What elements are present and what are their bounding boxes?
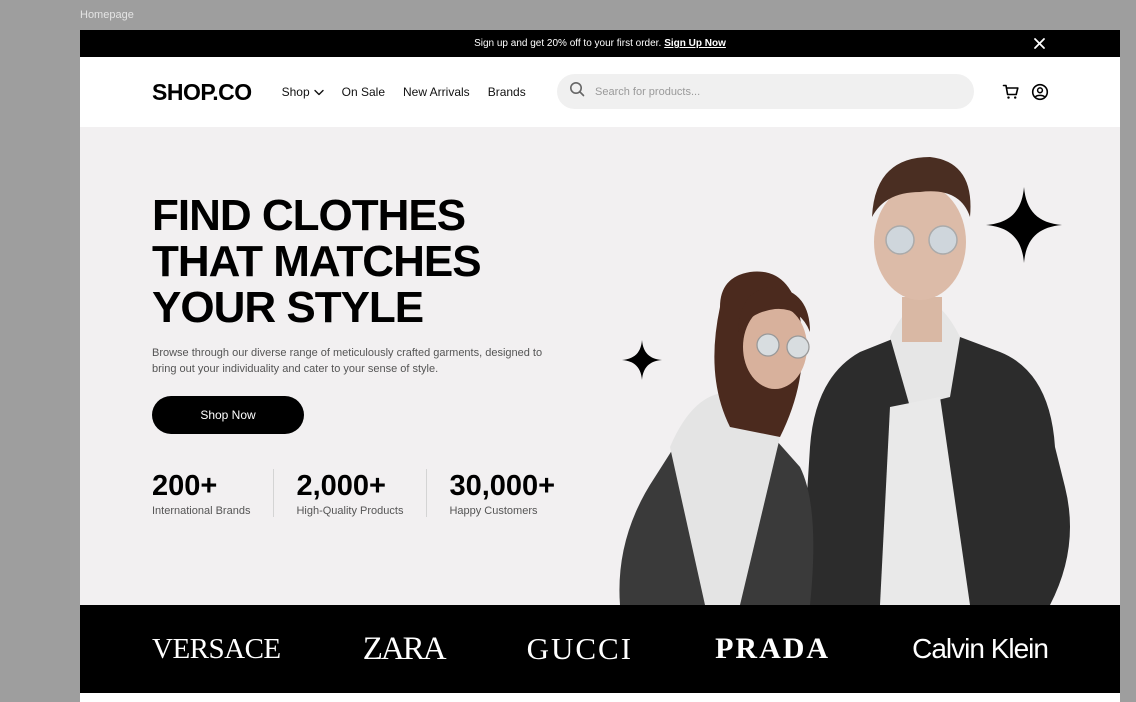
nav-item-new-arrivals[interactable]: New Arrivals: [403, 85, 470, 99]
brand-versace-logo[interactable]: VERSACE: [152, 633, 281, 666]
stats-row: 200+ International Brands 2,000+ High-Qu…: [152, 469, 578, 517]
stat-label: Happy Customers: [449, 505, 538, 517]
logo[interactable]: SHOP.CO: [152, 79, 252, 106]
stat-brands: 200+ International Brands: [152, 469, 273, 517]
nav-item-label: On Sale: [341, 85, 385, 99]
stat-label: International Brands: [152, 505, 251, 517]
brand-calvin-klein-logo[interactable]: Calvin Klein: [912, 633, 1049, 665]
stat-value: 30,000+: [449, 470, 556, 502]
homepage: Sign up and get 20% off to your first or…: [80, 30, 1120, 702]
sparkle-small-icon: [622, 340, 662, 380]
hero-title: FIND CLOTHES THAT MATCHES YOUR STYLE: [152, 193, 612, 331]
main-nav: Shop On Sale New Arrivals Brands: [282, 85, 526, 99]
search-bar[interactable]: [557, 74, 974, 109]
stat-products: 2,000+ High-Quality Products: [273, 469, 426, 517]
hero-section: FIND CLOTHES THAT MATCHES YOUR STYLE Bro…: [80, 127, 1120, 605]
cart-icon[interactable]: [1002, 83, 1020, 101]
user-icon[interactable]: [1031, 83, 1049, 101]
hero-title-line: YOUR STYLE: [152, 283, 424, 332]
hero-title-line: FIND CLOTHES: [152, 191, 466, 240]
nav-item-shop[interactable]: Shop: [282, 85, 324, 99]
frame-label: Homepage: [80, 9, 134, 21]
search-input[interactable]: [593, 84, 937, 99]
brand-gucci-logo[interactable]: GUCCI: [527, 631, 633, 667]
sparkle-large-icon: [986, 187, 1062, 263]
nav-item-label: New Arrivals: [403, 85, 470, 99]
chevron-down-icon: [313, 85, 324, 99]
shop-now-button[interactable]: Shop Now: [152, 396, 304, 434]
brands-strip: VERSACE ZARA GUCCI PRADA Calvin Klein: [80, 605, 1120, 693]
hero-title-line: THAT MATCHES: [152, 237, 482, 286]
stat-value: 200+: [152, 470, 218, 502]
nav-item-on-sale[interactable]: On Sale: [342, 85, 385, 99]
stat-customers: 30,000+ Happy Customers: [426, 469, 578, 517]
promo-bar: Sign up and get 20% off to your first or…: [80, 30, 1120, 57]
nav-item-label: Brands: [487, 85, 526, 99]
brand-zara-logo[interactable]: ZARA: [363, 631, 447, 668]
nav-item-label: Shop: [281, 85, 310, 99]
close-icon[interactable]: [1033, 37, 1046, 50]
hero-description: Browse through our diverse range of meti…: [152, 347, 543, 375]
promo-text: Sign up and get 20% off to your first or…: [474, 38, 662, 49]
stat-label: High-Quality Products: [296, 505, 404, 517]
header-icons: [1002, 83, 1049, 101]
brand-prada-logo[interactable]: PRADA: [715, 632, 830, 666]
search-icon: [569, 81, 585, 102]
site-header: SHOP.CO Shop On Sale New Arrivals Brands: [80, 57, 1120, 127]
nav-item-brands[interactable]: Brands: [488, 85, 526, 99]
stat-value: 2,000+: [296, 470, 386, 502]
sign-up-link[interactable]: Sign Up Now: [664, 38, 726, 49]
